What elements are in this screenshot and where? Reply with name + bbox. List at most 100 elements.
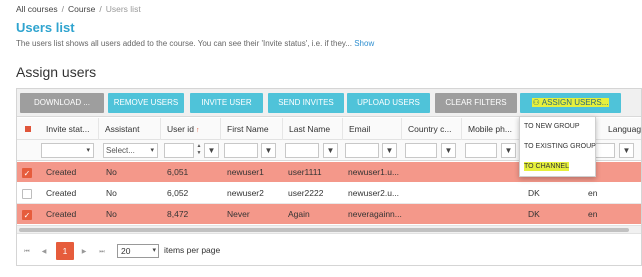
menu-item-to-channel-label: TO CHANNEL (524, 162, 569, 171)
country-code-cell: DK (528, 188, 540, 198)
assistant-cell: No (106, 209, 117, 219)
column-header-language[interactable]: Language (592, 118, 641, 140)
row-checkbox[interactable]: ✓ (22, 168, 32, 178)
assign-users-text: ASSIGN USERS... (541, 98, 609, 107)
country-cell (405, 183, 408, 204)
column-header-last-name[interactable]: Last Name (283, 118, 343, 140)
last-page-icon[interactable]: ⏭ (97, 247, 107, 257)
last-name-cell: user1111 (288, 167, 322, 177)
menu-item-to-new-group[interactable]: TO NEW GROUP (520, 117, 597, 137)
country-code-cell: DK (528, 209, 540, 219)
menu-item-to-channel[interactable]: TO CHANNEL (520, 157, 597, 177)
users-grid: DOWNLOAD ... REMOVE USERS INVITE USER SE… (16, 88, 642, 266)
page-description: The users list shows all users added to … (16, 39, 374, 48)
user-id-filter-button[interactable]: ▼ (204, 143, 219, 158)
column-header-user-id[interactable]: User id ↑ (161, 118, 221, 140)
last-name-cell: user2222 (288, 188, 324, 198)
country-cell (405, 204, 408, 225)
breadcrumb-separator: / (99, 4, 102, 14)
mobile-filter-button[interactable]: ▼ (501, 143, 516, 158)
language-filter-button[interactable]: ▼ (619, 143, 634, 158)
table-row[interactable]: Created No 6,052 newuser2 user2222 newus… (17, 183, 641, 204)
invite-status-cell: Created (46, 188, 77, 198)
chevron-down-icon: ▾ (86, 147, 90, 154)
language-cell: en (588, 209, 598, 219)
spin-down-icon[interactable]: ▼ (194, 150, 204, 157)
first-name-filter-button[interactable]: ▼ (261, 143, 276, 158)
pager: ⏮ ◀ 1 ▶ ⏭ 20 ▾ items per page (17, 233, 641, 265)
row-checkbox[interactable] (22, 189, 32, 199)
first-page-icon[interactable]: ⏮ (22, 247, 32, 257)
country-filter-input[interactable] (405, 143, 437, 158)
user-id-cell: 6,052 (167, 188, 189, 198)
show-more-link[interactable]: Show (354, 39, 374, 48)
page-size-label: items per page (164, 245, 221, 255)
spin-up-icon[interactable]: ▲ (194, 143, 204, 150)
email-cell: neveragainn... (348, 209, 402, 219)
section-title: Assign users (16, 64, 97, 80)
remove-users-button[interactable]: REMOVE USERS (108, 93, 184, 113)
invite-user-button[interactable]: INVITE USER (190, 93, 263, 113)
invite-status-filter[interactable]: ▾ (41, 143, 94, 158)
assign-users-button[interactable]: ⚇ ASSIGN USERS... (520, 93, 621, 113)
column-header-mobile[interactable]: Mobile ph... (462, 118, 523, 140)
email-filter-button[interactable]: ▼ (382, 143, 397, 158)
breadcrumb-current: Users list (105, 4, 141, 14)
country-filter-button[interactable]: ▼ (441, 143, 456, 158)
invite-status-cell: Created (46, 167, 77, 177)
first-name-cell: newuser1 (227, 167, 264, 177)
page-description-text: The users list shows all users added to … (16, 39, 352, 48)
last-name-filter-button[interactable]: ▼ (323, 143, 338, 158)
grid-toolbar: DOWNLOAD ... REMOVE USERS INVITE USER SE… (17, 89, 641, 117)
first-name-cell: Never (227, 209, 250, 219)
horizontal-scrollbar[interactable] (17, 225, 641, 233)
assistant-filter-select[interactable]: Select... ▾ (103, 143, 158, 158)
breadcrumb: All courses / Course / Users list (16, 4, 141, 14)
column-header-invite-status[interactable]: Invite stat... (38, 118, 99, 140)
assign-users-menu: TO NEW GROUP TO EXISTING GROUP TO CHANNE… (519, 116, 596, 177)
previous-page-icon[interactable]: ◀ (39, 247, 49, 257)
select-all-checkbox[interactable] (25, 126, 31, 132)
chevron-down-icon: ▾ (150, 147, 154, 154)
breadcrumb-separator: / (61, 4, 64, 14)
assistant-filter-placeholder: Select... (106, 146, 135, 155)
scrollbar-thumb[interactable] (19, 228, 629, 232)
last-name-cell: Again (288, 209, 310, 219)
current-page-button[interactable]: 1 (56, 242, 74, 260)
column-header-country[interactable]: Country c... (402, 118, 462, 140)
mobile-cell (465, 204, 468, 225)
send-invites-button[interactable]: SEND INVITES (268, 93, 344, 113)
mobile-filter-input[interactable] (465, 143, 497, 158)
country-cell (405, 162, 408, 183)
users-group-icon: ⚇ (532, 98, 540, 107)
chevron-down-icon: ▾ (152, 247, 156, 254)
first-name-filter-input[interactable] (224, 143, 258, 158)
assistant-cell: No (106, 167, 117, 177)
assistant-cell: No (106, 188, 117, 198)
column-header-first-name[interactable]: First Name (221, 118, 283, 140)
language-filter-input[interactable] (595, 143, 615, 158)
next-page-icon[interactable]: ▶ (79, 247, 89, 257)
last-name-filter-input[interactable] (285, 143, 319, 158)
user-id-cell: 8,472 (167, 209, 189, 219)
language-cell: en (588, 188, 598, 198)
column-header-assistant[interactable]: Assistant (99, 118, 161, 140)
clear-filters-button[interactable]: CLEAR FILTERS (435, 93, 517, 113)
breadcrumb-all-courses[interactable]: All courses (16, 4, 58, 14)
table-row[interactable]: ✓ Created No 8,472 Never Again neveragai… (17, 204, 641, 225)
email-cell: newuser1.u... (348, 167, 400, 177)
user-id-filter-input[interactable] (164, 143, 194, 158)
sort-ascending-icon: ↑ (195, 127, 200, 134)
page-size-select[interactable]: 20 ▾ (117, 244, 159, 258)
download-button[interactable]: DOWNLOAD ... (20, 93, 104, 113)
breadcrumb-course[interactable]: Course (68, 4, 95, 14)
first-name-cell: newuser2 (227, 188, 264, 198)
email-filter-input[interactable] (345, 143, 379, 158)
column-header-user-id-label: User id (167, 124, 194, 134)
row-checkbox[interactable]: ✓ (22, 210, 32, 220)
upload-users-button[interactable]: UPLOAD USERS (347, 93, 430, 113)
user-id-spinner[interactable]: ▲ ▼ (194, 143, 204, 158)
column-header-email[interactable]: Email (343, 118, 402, 140)
menu-item-to-existing-group[interactable]: TO EXISTING GROUP (520, 137, 597, 157)
email-cell: newuser2.u... (348, 188, 400, 198)
